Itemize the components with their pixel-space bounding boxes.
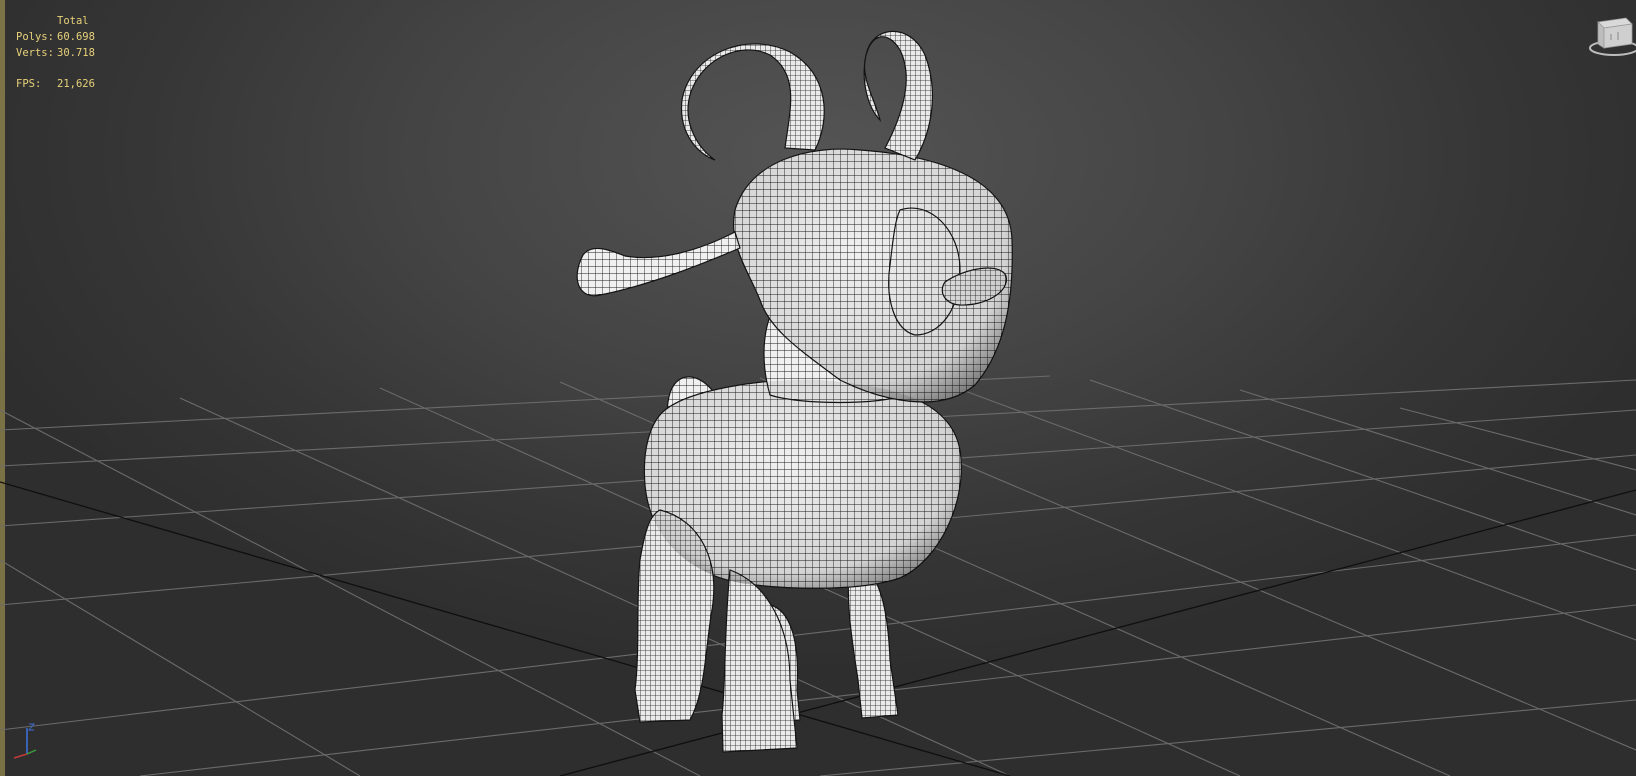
viewport-perspective[interactable]: Total Polys: 60.698 Verts: 30.718 FPS: 21,6…	[0, 0, 1636, 776]
viewport-scene[interactable]	[0, 0, 1636, 776]
viewport-statistics: Total Polys: 60.698 Verts: 30.718 FPS: 21,6…	[16, 13, 95, 92]
axis-tripod-icon	[13, 723, 37, 759]
fps-value: 21,626	[57, 78, 95, 90]
viewcube-icon[interactable]	[1580, 14, 1636, 58]
stats-header: Total	[57, 15, 89, 27]
verts-label: Verts:	[16, 47, 54, 59]
verts-value: 30.718	[57, 47, 95, 59]
polys-label: Polys:	[16, 31, 54, 43]
polys-value: 60.698	[57, 31, 95, 43]
fps-label: FPS:	[16, 78, 42, 90]
